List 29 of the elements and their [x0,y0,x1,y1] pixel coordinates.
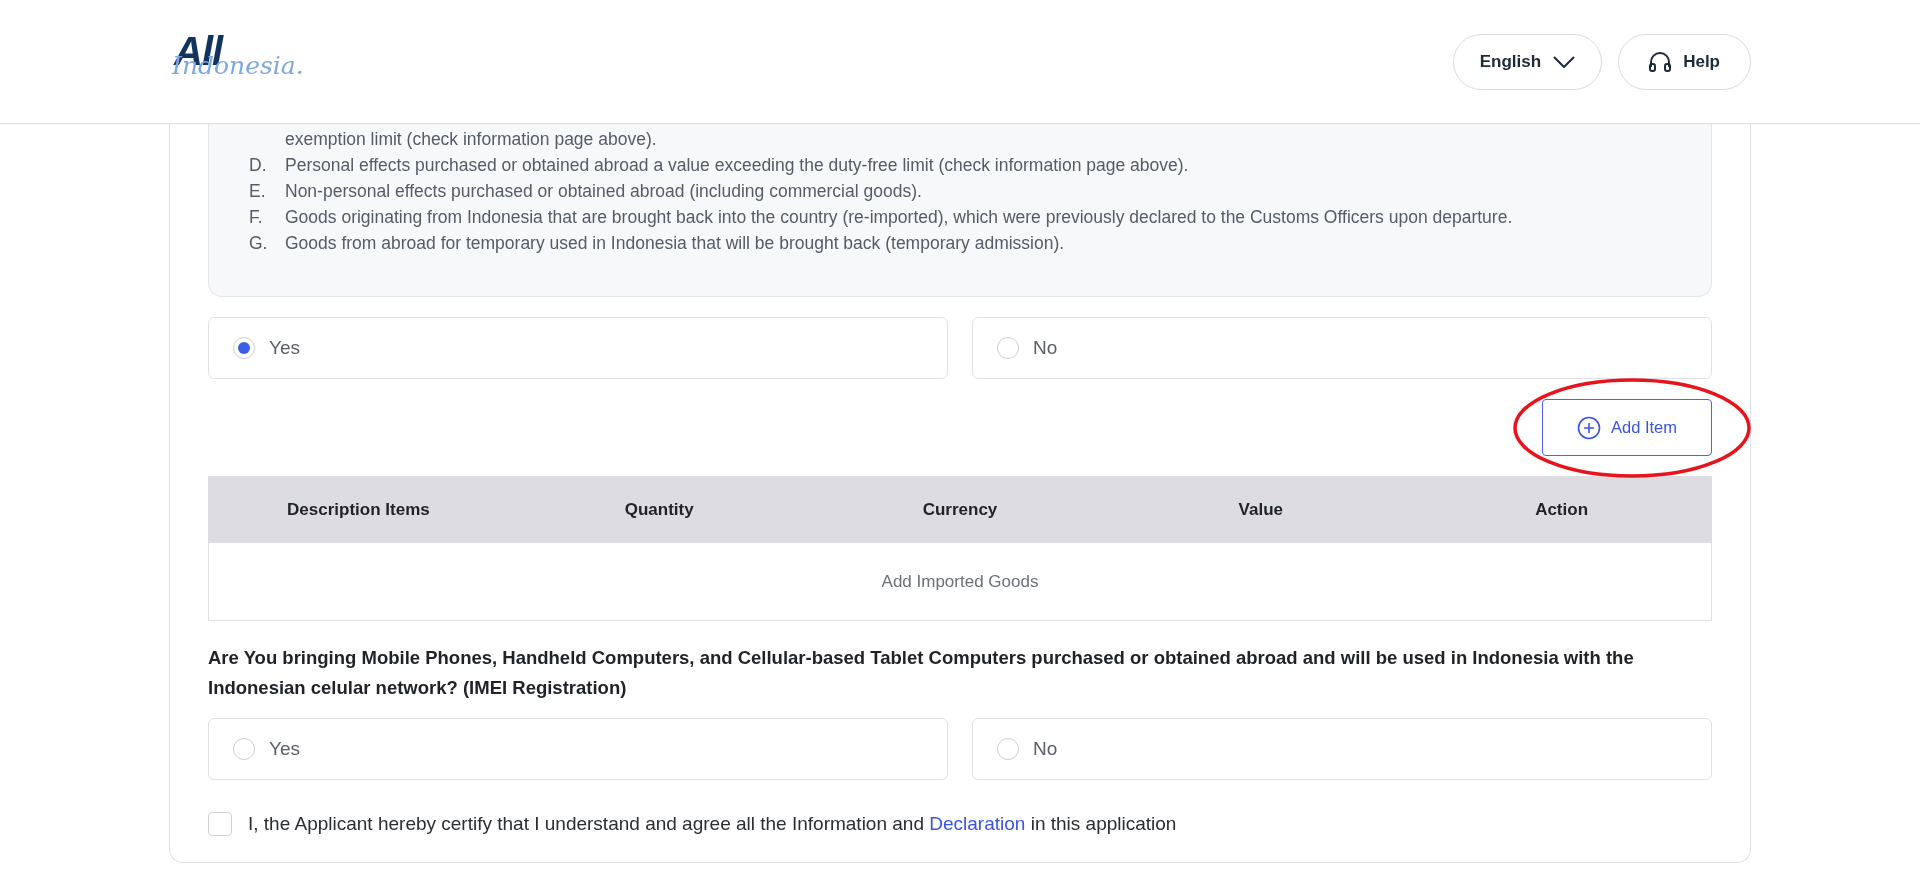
plus-circle-icon [1576,415,1601,440]
headset-icon [1649,51,1672,72]
list-marker: G. [249,232,269,255]
checkbox[interactable] [208,812,232,837]
radio-option[interactable]: No [972,718,1712,780]
column-header: Value [1237,498,1284,521]
empty-message: Add Imported Goods [881,570,1039,593]
radio-option[interactable]: Yes [208,317,948,379]
column-header: Currency [921,498,999,521]
info-text: Personal effects purchased or obtained abroad a value exceeding the duty-free limit (check information page above). [285,154,1189,177]
info-text: Non-personal effects purchased or obtained abroad (including commercial goods). [285,180,922,203]
add-item-button[interactable]: Add Item [1542,399,1712,456]
column-header: Quantity [623,498,695,521]
list-marker: F. [249,206,264,229]
info-text: exemption limit (check information page above). [285,128,657,151]
language-button[interactable]: English [1452,33,1603,90]
declaration-link[interactable]: Declaration [929,813,1026,834]
agreement-text: I, the Applicant hereby certify that I understand and agree all the Information and Declaration in this application [248,812,1177,836]
radio-option[interactable]: Yes [208,718,948,780]
column-header: Action [1534,498,1590,521]
question-text: Are You bringing Mobile Phones, Handheld Computers, and Cellular-based Tablet Computers purchased or obtained abroad and will be used in Indonesia with the Indonesian celular network? (IMEI Registration) [208,646,1635,700]
info-text: Goods originating from Indonesia that are brought back into the country (re-imported), which were previously declared to the Customs Officers upon departure. [285,206,1513,229]
list-marker: D. [249,154,268,177]
list-marker: E. [249,180,267,203]
chevron-down-icon [1553,55,1576,68]
info-text: Goods from abroad for temporary used in Indonesia that will be brought back (temporary admission). [285,232,1065,255]
help-button[interactable]: Help [1618,33,1751,90]
column-header: Description Items [286,498,431,521]
radio-option[interactable]: No [972,317,1712,379]
